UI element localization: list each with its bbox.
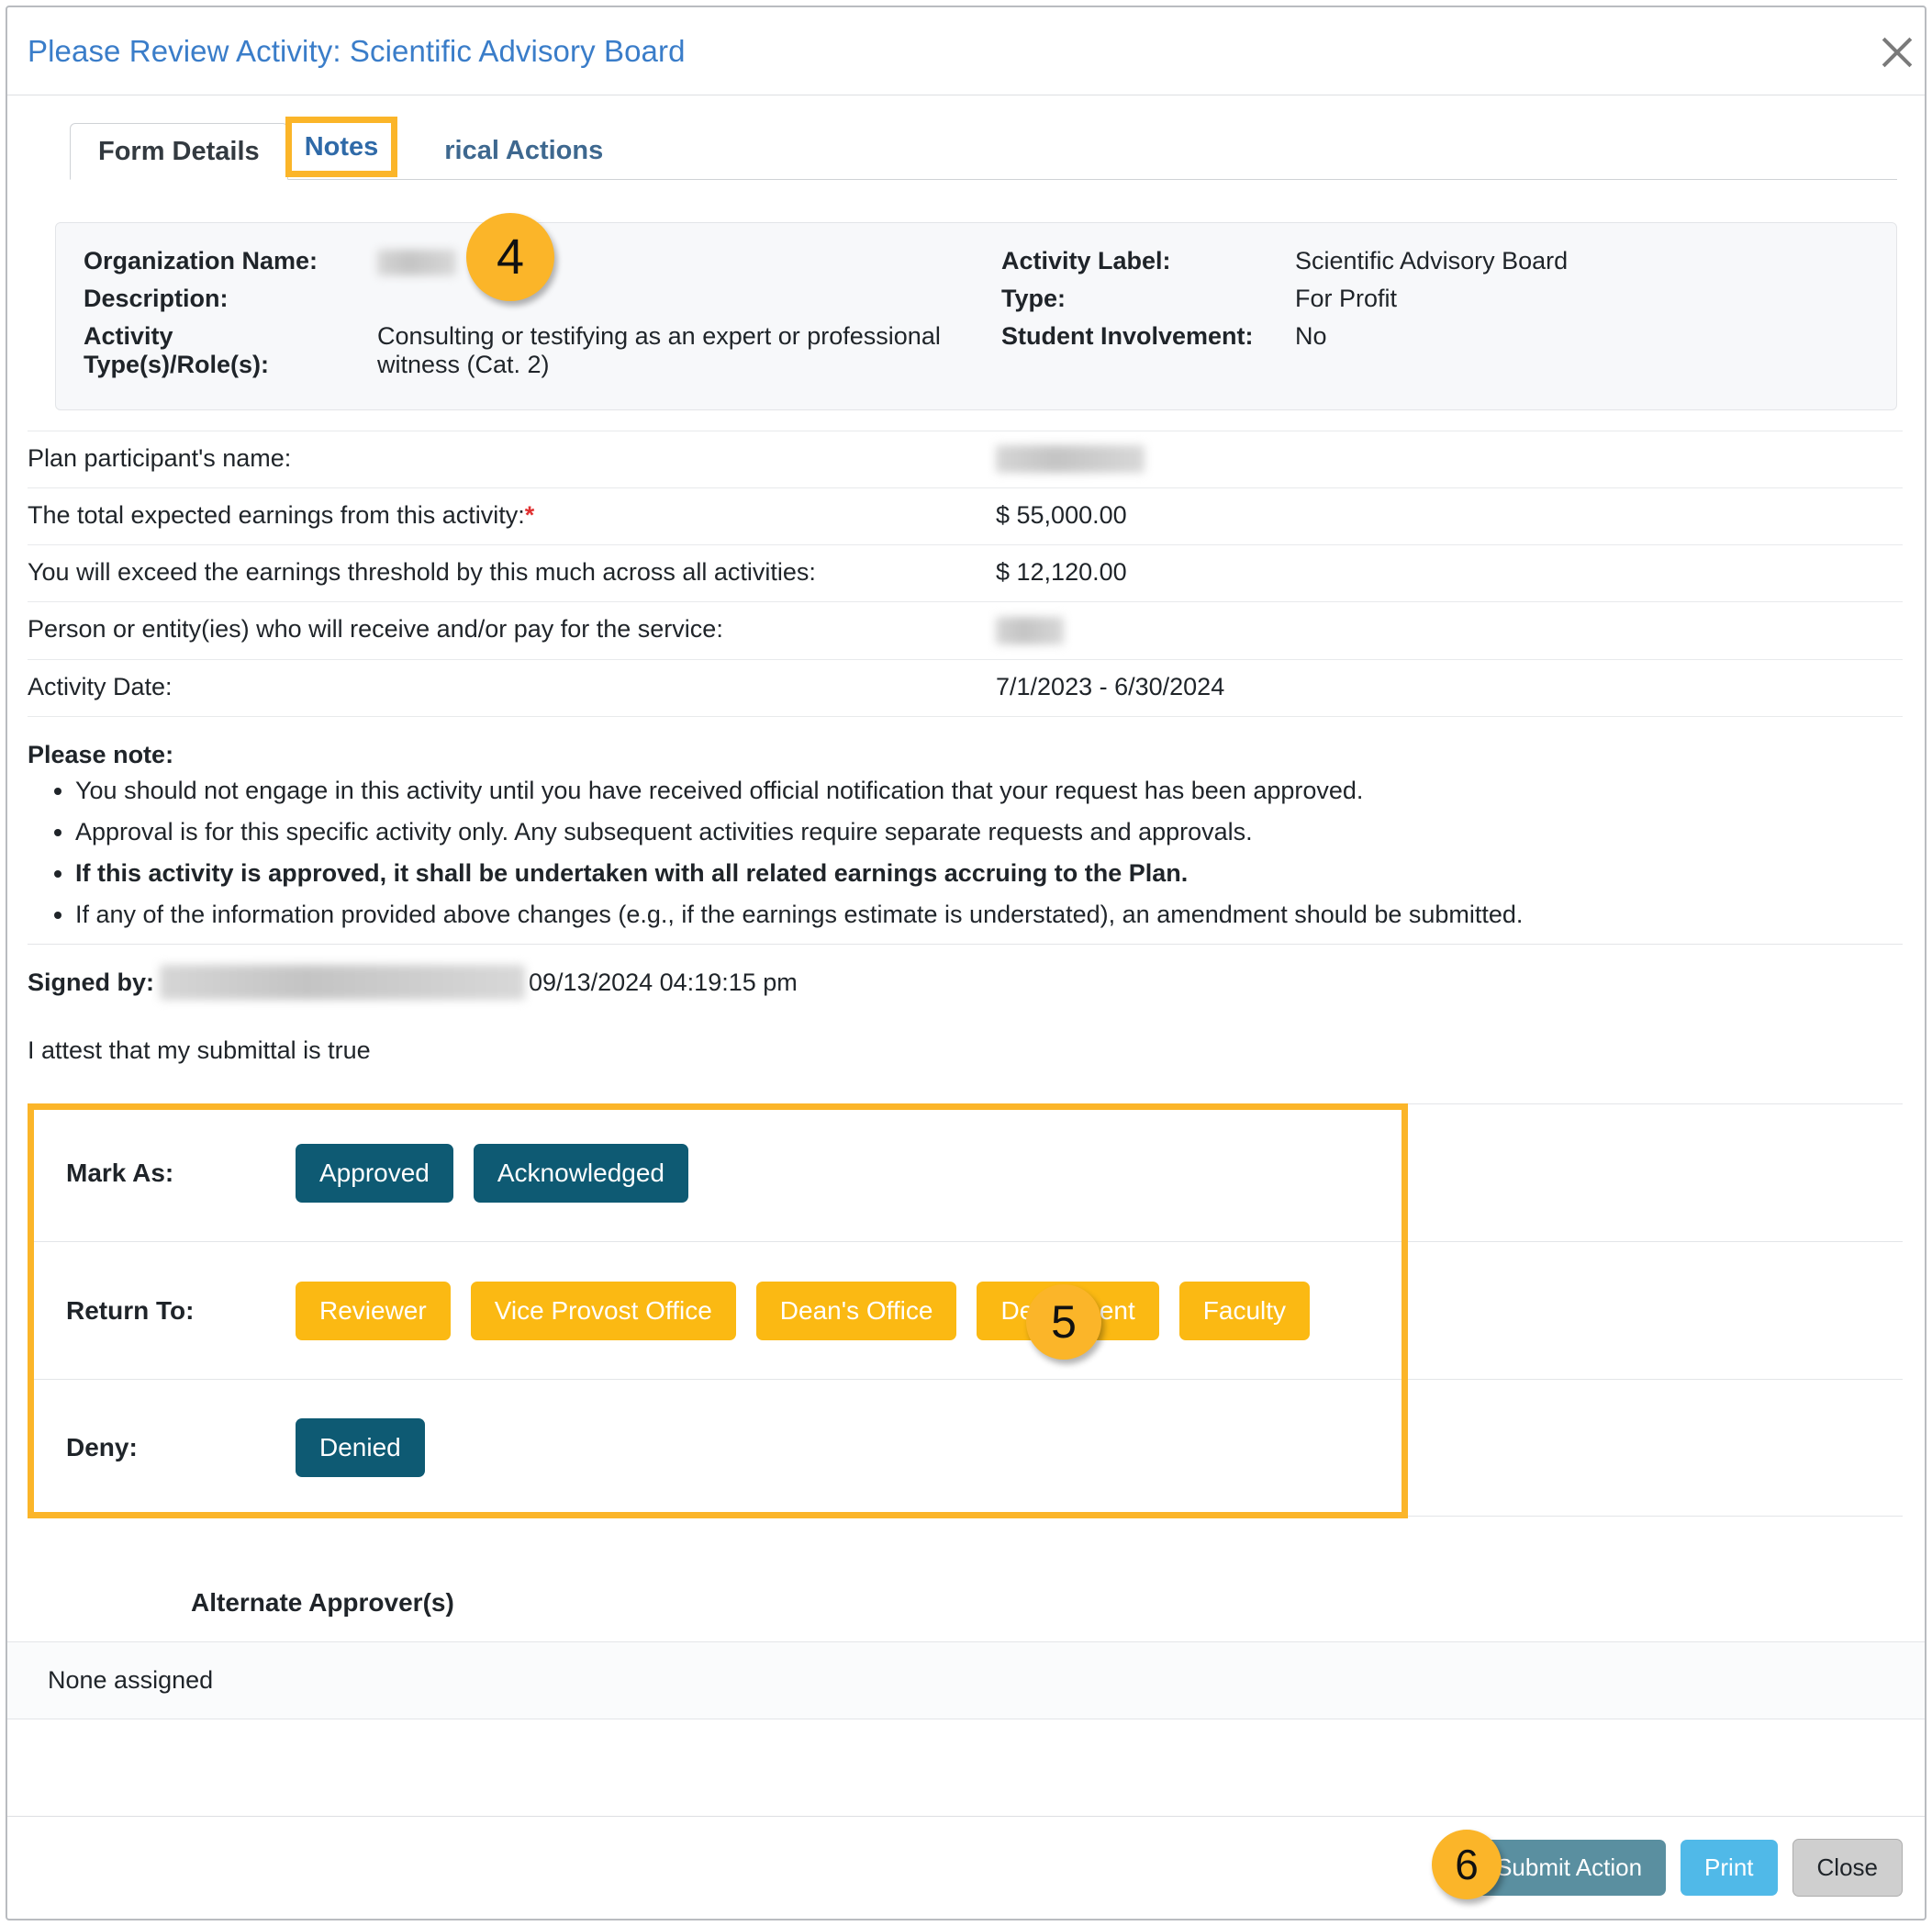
note-item: Approval is for this specific activity o… bbox=[75, 818, 1903, 846]
action-label-mark-as: Mark As: bbox=[66, 1158, 174, 1187]
action-row-deny: Deny: Denied bbox=[28, 1379, 1903, 1517]
action-row-return-to: Return To: Reviewer Vice Provost Office … bbox=[28, 1241, 1903, 1379]
tab-form-details[interactable]: Form Details bbox=[70, 123, 288, 180]
field-value-earnings-threshold-excess: $ 12,120.00 bbox=[996, 558, 1127, 587]
required-asterisk: * bbox=[524, 501, 535, 530]
attestation-text: I attest that my submittal is true bbox=[28, 1036, 371, 1065]
signature-divider bbox=[28, 944, 1903, 946]
field-list: Plan participant's name: The total expec… bbox=[28, 430, 1903, 718]
field-label-total-expected-earnings: The total expected earnings from this ac… bbox=[28, 501, 535, 530]
close-button[interactable]: Close bbox=[1792, 1839, 1903, 1897]
field-label-earnings-threshold-excess: You will exceed the earnings threshold b… bbox=[28, 558, 816, 587]
screenshot-root: Please Review Activity: Scientific Advis… bbox=[0, 0, 1932, 1926]
label-organization-name: Organization Name: bbox=[84, 247, 318, 274]
please-note-section: Please note: You should not engage in th… bbox=[28, 741, 1903, 929]
field-label-activity-date: Activity Date: bbox=[28, 673, 173, 701]
value-type: For Profit bbox=[1295, 285, 1398, 312]
tab-historical-actions[interactable]: rical Actions bbox=[417, 123, 631, 179]
summary-left-labels: Organization Name: Description: Activity… bbox=[84, 247, 377, 382]
print-button[interactable]: Print bbox=[1681, 1840, 1778, 1896]
summary-right-labels: Activity Label: Type: Student Involvemen… bbox=[1001, 247, 1295, 382]
field-row: The total expected earnings from this ac… bbox=[28, 488, 1903, 546]
action-label-deny: Deny: bbox=[66, 1433, 138, 1462]
tab-notes[interactable]: Notes bbox=[285, 117, 397, 177]
label-type: Type: bbox=[1001, 285, 1067, 312]
action-buttons-deny: Denied bbox=[296, 1418, 425, 1478]
field-label-payer-entity: Person or entity(ies) who will receive a… bbox=[28, 615, 723, 644]
action-label-return-to: Return To: bbox=[66, 1295, 195, 1325]
alternate-approvers-value: None assigned bbox=[7, 1642, 1925, 1720]
dialog-header: Please Review Activity: Scientific Advis… bbox=[7, 7, 1925, 95]
value-activity-types-roles: Consulting or testifying as an expert or… bbox=[377, 322, 941, 378]
redacted-signer-name bbox=[160, 965, 526, 1001]
redacted-organization-name bbox=[377, 249, 456, 275]
please-note-list: You should not engage in this activity u… bbox=[28, 777, 1903, 929]
dialog-body: Form Details Notes rical Actions Notes 4… bbox=[7, 95, 1925, 1816]
label-activity-label: Activity Label: bbox=[1001, 247, 1171, 274]
field-value-payer-entity bbox=[996, 615, 1903, 645]
tab-historical-actions-label: rical Actions bbox=[444, 136, 604, 165]
redacted-plan-participant-name bbox=[996, 445, 1145, 474]
signed-by-label: Signed by: bbox=[28, 968, 155, 996]
tab-bar: Form Details Notes rical Actions Notes bbox=[70, 117, 1897, 180]
note-item: You should not engage in this activity u… bbox=[75, 777, 1903, 805]
label-description: Description: bbox=[84, 285, 229, 312]
action-row-mark-as: Mark As: Approved Acknowledged bbox=[28, 1103, 1903, 1241]
label-student-involvement: Student Involvement: bbox=[1001, 322, 1254, 350]
return-to-reviewer-button[interactable]: Reviewer bbox=[296, 1281, 451, 1340]
alternate-approvers-heading: Alternate Approver(s) bbox=[7, 1588, 1925, 1643]
action-buttons-mark-as: Approved Acknowledged bbox=[296, 1143, 688, 1203]
review-activity-dialog: Please Review Activity: Scientific Advis… bbox=[6, 6, 1926, 1920]
denied-button[interactable]: Denied bbox=[296, 1418, 425, 1478]
signature-timestamp: 09/13/2024 04:19:15 pm bbox=[529, 968, 798, 996]
field-value-total-expected-earnings: $ 55,000.00 bbox=[996, 501, 1127, 530]
value-student-involvement: No bbox=[1295, 322, 1327, 350]
tab-form-details-label: Form Details bbox=[98, 136, 260, 166]
activity-summary-panel: Organization Name: Description: Activity… bbox=[55, 222, 1897, 410]
close-x-icon[interactable] bbox=[1875, 31, 1917, 73]
acknowledged-button[interactable]: Acknowledged bbox=[473, 1143, 688, 1203]
summary-right-values: Scientific Advisory Board For Profit No bbox=[1295, 247, 1896, 382]
note-item: If this activity is approved, it shall b… bbox=[75, 859, 1903, 888]
dialog-footer: Submit Action Print Close bbox=[7, 1816, 1925, 1919]
tab-notes-label: Notes bbox=[304, 131, 379, 162]
field-row: Plan participant's name: bbox=[28, 430, 1903, 489]
return-to-faculty-button[interactable]: Faculty bbox=[1178, 1281, 1311, 1340]
callout-badge-5: 5 bbox=[1026, 1284, 1101, 1360]
dialog-title: Please Review Activity: Scientific Advis… bbox=[28, 33, 686, 68]
label-activity-types-roles: Activity Type(s)/Role(s): bbox=[84, 322, 270, 378]
return-to-deans-office-button[interactable]: Dean's Office bbox=[755, 1281, 957, 1340]
action-buttons-return-to: Reviewer Vice Provost Office Dean's Offi… bbox=[296, 1281, 1311, 1340]
field-value-plan-participant-name bbox=[996, 444, 1903, 474]
note-item: If any of the information provided above… bbox=[75, 901, 1903, 929]
action-buttons-box: Mark As: Approved Acknowledged Return To… bbox=[28, 1103, 1903, 1519]
summary-right-column: Activity Label: Type: Student Involvemen… bbox=[983, 247, 1896, 382]
value-description bbox=[377, 285, 983, 319]
callout-badge-4: 4 bbox=[466, 213, 554, 301]
field-row: You will exceed the earnings threshold b… bbox=[28, 545, 1903, 603]
field-row: Activity Date: 7/1/2023 - 6/30/2024 bbox=[28, 660, 1903, 718]
field-row: Person or entity(ies) who will receive a… bbox=[28, 602, 1903, 661]
value-activity-label: Scientific Advisory Board bbox=[1295, 247, 1569, 274]
field-label-plan-participant-name: Plan participant's name: bbox=[28, 443, 292, 472]
redacted-payer-entity bbox=[996, 617, 1064, 645]
approved-button[interactable]: Approved bbox=[296, 1143, 453, 1203]
return-to-vice-provost-office-button[interactable]: Vice Provost Office bbox=[470, 1281, 736, 1340]
signature-row: Signed by: 09/13/2024 04:19:15 pm bbox=[28, 965, 1903, 1001]
callout-badge-6: 6 bbox=[1432, 1830, 1502, 1899]
field-value-activity-date: 7/1/2023 - 6/30/2024 bbox=[996, 673, 1225, 701]
please-note-title: Please note: bbox=[28, 741, 174, 769]
